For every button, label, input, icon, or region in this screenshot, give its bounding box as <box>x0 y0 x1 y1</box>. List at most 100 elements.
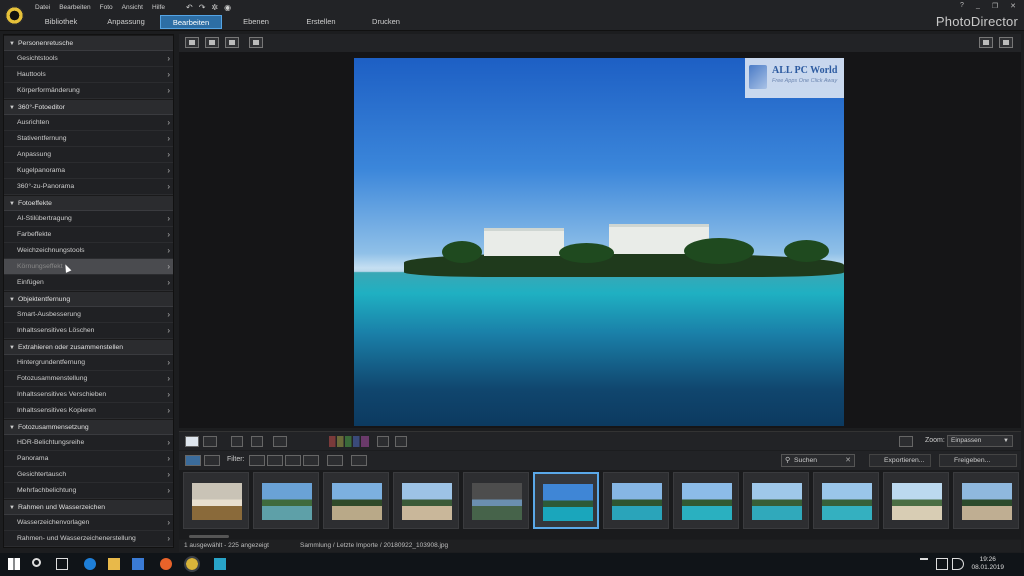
flag-icon[interactable] <box>273 436 287 447</box>
sidebar-item[interactable]: Inhaltssensitives Löschen › <box>4 323 173 339</box>
filter-brush-button[interactable] <box>285 455 301 466</box>
filmstrip-thumbnail[interactable] <box>603 472 669 529</box>
sidebar-item[interactable]: Smart-Ausbesserung › <box>4 307 173 323</box>
main-photo[interactable]: ALL PC World Free Apps One Click Away <box>354 58 844 426</box>
filmstrip-scrollbar[interactable] <box>179 534 1021 539</box>
tab-drucken[interactable]: Drucken <box>355 15 417 29</box>
sidebar-item[interactable]: Ausrichten › <box>4 115 173 131</box>
menu-hilfe[interactable]: Hilfe <box>152 4 165 11</box>
menu-ansicht[interactable]: Ansicht <box>122 4 143 11</box>
filmstrip-thumbnail[interactable] <box>883 472 949 529</box>
filmstrip-thumbnail[interactable] <box>253 472 319 529</box>
tab-ebenen[interactable]: Ebenen <box>225 15 287 29</box>
filmstrip-thumbnail[interactable] <box>953 472 1019 529</box>
sidebar-item[interactable]: Farbeffekte › <box>4 227 173 243</box>
export-button[interactable]: Exportieren... <box>869 454 931 467</box>
menu-bearbeiten[interactable]: Bearbeiten <box>59 4 90 11</box>
clear-search-icon[interactable]: ✕ <box>845 456 851 464</box>
sidebar-item[interactable]: Hauttools › <box>4 67 173 83</box>
menu-foto[interactable]: Foto <box>100 4 113 11</box>
sidebar-item[interactable]: Rahmen- und Wasserzeichenerstellung › <box>4 531 173 547</box>
section-header[interactable]: ▼ Fotozusammensetzung <box>4 419 173 435</box>
sidebar-item[interactable]: AI-Stilübertragung › <box>4 211 173 227</box>
sidebar-item[interactable]: Gesichtstools › <box>4 51 173 67</box>
sidebar-item[interactable]: Einfügen › <box>4 275 173 291</box>
filmstrip-thumbnail[interactable] <box>463 472 529 529</box>
search-input[interactable]: ⚲ Suchen ✕ <box>781 454 855 467</box>
single-view-button[interactable] <box>185 436 199 447</box>
tab-bibliothek[interactable]: Bibliothek <box>30 15 92 29</box>
compare-view-button[interactable] <box>249 37 263 48</box>
section-header[interactable]: ▼ Personenretusche <box>4 35 173 51</box>
section-header[interactable]: ▼ Fotoeffekte <box>4 195 173 211</box>
sidebar-item[interactable]: Anpassung › <box>4 147 173 163</box>
system-clock[interactable]: 19:26 08.01.2019 <box>971 556 1004 572</box>
network-icon[interactable] <box>936 558 948 570</box>
filter-frame-button[interactable] <box>267 455 283 466</box>
sidebar-item[interactable]: Mehrfachbelichtung › <box>4 483 173 499</box>
color-labels[interactable] <box>329 436 369 447</box>
sidebar-item[interactable]: Panorama › <box>4 451 173 467</box>
rating-icon[interactable] <box>251 436 263 447</box>
filmstrip-thumbnail[interactable] <box>813 472 879 529</box>
file-explorer-icon[interactable] <box>108 558 120 570</box>
help-icon[interactable]: ? <box>960 2 964 10</box>
section-header[interactable]: ▼ Extrahieren oder zusammenstellen <box>4 339 173 355</box>
filmstrip-thumbnail[interactable] <box>673 472 739 529</box>
section-header[interactable]: ▼ Objektentfernung <box>4 291 173 307</box>
filmstrip-thumbnail[interactable] <box>323 472 389 529</box>
zoom-tool-button[interactable] <box>979 37 993 48</box>
list-view-button[interactable] <box>204 455 220 466</box>
store-icon[interactable] <box>132 558 144 570</box>
filmstrip-thumbnail[interactable] <box>533 472 599 529</box>
filmstrip-thumbnail[interactable] <box>183 472 249 529</box>
sidebar-item[interactable]: Körnungseffekt › <box>4 259 173 275</box>
scrollbar-thumb[interactable] <box>189 535 229 538</box>
filmstrip-view-button[interactable] <box>185 455 201 466</box>
windows-start-icon[interactable] <box>8 558 20 570</box>
close-icon[interactable]: ✕ <box>1010 2 1016 10</box>
firefox-icon[interactable] <box>160 558 172 570</box>
fullscreen-icon[interactable] <box>395 436 407 447</box>
sidebar-item[interactable]: Inhaltssensitives Kopieren › <box>4 403 173 419</box>
task-view-icon[interactable] <box>56 558 68 570</box>
sidebar-item[interactable]: Inhaltssensitives Verschieben › <box>4 387 173 403</box>
view-mode-1-button[interactable] <box>185 37 199 48</box>
compare-button[interactable] <box>203 436 217 447</box>
app-taskbar-icon[interactable] <box>214 558 226 570</box>
view-mode-2-button[interactable] <box>205 37 219 48</box>
sidebar-item[interactable]: Weichzeichnungstools › <box>4 243 173 259</box>
menu-datei[interactable]: Datei <box>35 4 50 11</box>
tab-anpassung[interactable]: Anpassung <box>95 15 157 29</box>
photodirector-taskbar-icon[interactable] <box>184 556 200 572</box>
filter-people-button[interactable] <box>249 455 265 466</box>
info-icon[interactable]: ◉ <box>224 3 231 12</box>
restore-icon[interactable]: ❐ <box>992 2 998 10</box>
minimize-icon[interactable]: _ <box>976 2 980 10</box>
settings-icon[interactable]: ✲ <box>211 3 218 12</box>
sidebar-item[interactable]: Wasserzeichenvorlagen › <box>4 515 173 531</box>
filmstrip-thumbnail[interactable] <box>393 472 459 529</box>
redo-icon[interactable]: ↷ <box>199 3 206 12</box>
tray-chevron-icon[interactable] <box>920 558 928 570</box>
grid-view-button[interactable] <box>225 37 239 48</box>
tab-bearbeiten[interactable]: Bearbeiten <box>160 15 222 29</box>
section-header[interactable]: ▼ Rahmen und Wasserzeichen <box>4 499 173 515</box>
sidebar-item[interactable]: Körperformänderung › <box>4 83 173 99</box>
volume-icon[interactable] <box>952 558 964 570</box>
tab-erstellen[interactable]: Erstellen <box>290 15 352 29</box>
sidebar-item[interactable]: Gesichtertausch › <box>4 467 173 483</box>
sidebar-item[interactable]: Stativentfernung › <box>4 131 173 147</box>
import-button[interactable] <box>351 455 367 466</box>
section-header[interactable]: ▼ 360°-Fotoeditor <box>4 99 173 115</box>
hand-tool-button[interactable] <box>999 37 1013 48</box>
sidebar-item[interactable]: 360°-zu-Panorama › <box>4 179 173 195</box>
filter-more-button[interactable] <box>303 455 319 466</box>
zoom-select[interactable]: Einpassen ▼ <box>947 435 1013 447</box>
sidebar-item[interactable]: Fotozusammenstellung › <box>4 371 173 387</box>
share-button[interactable]: Freigeben... <box>939 454 1017 467</box>
rotate-left-icon[interactable] <box>231 436 243 447</box>
search-icon[interactable] <box>32 558 41 567</box>
sort-list-button[interactable] <box>327 455 343 466</box>
sort-icon[interactable] <box>899 436 913 447</box>
